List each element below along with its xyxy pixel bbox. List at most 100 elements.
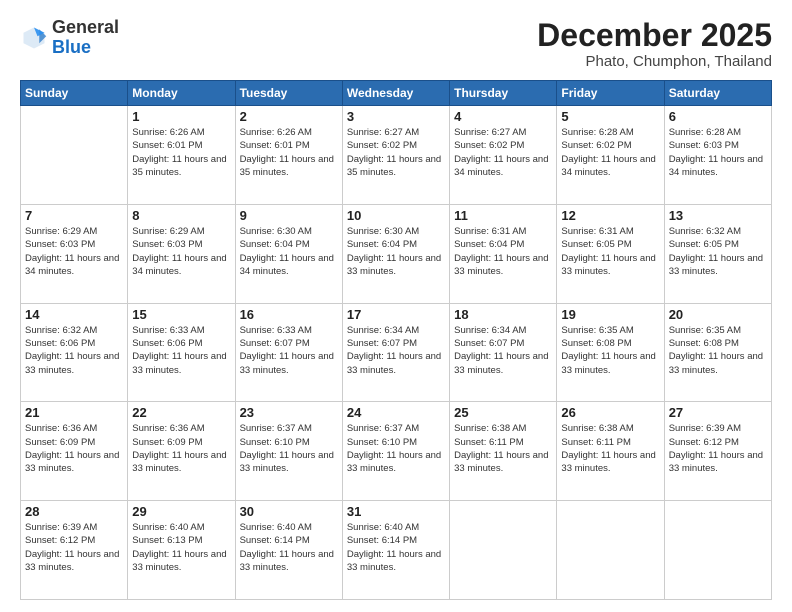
day-number: 2 bbox=[240, 109, 338, 124]
day-info: Sunrise: 6:30 AMSunset: 6:04 PMDaylight:… bbox=[347, 225, 445, 278]
day-number: 6 bbox=[669, 109, 767, 124]
day-info: Sunrise: 6:27 AMSunset: 6:02 PMDaylight:… bbox=[347, 126, 445, 179]
calendar-cell bbox=[557, 501, 664, 600]
day-info: Sunrise: 6:29 AMSunset: 6:03 PMDaylight:… bbox=[25, 225, 123, 278]
day-number: 23 bbox=[240, 405, 338, 420]
logo: General Blue bbox=[20, 18, 119, 58]
day-info: Sunrise: 6:40 AMSunset: 6:14 PMDaylight:… bbox=[240, 521, 338, 574]
calendar-page: General Blue December 2025 Phato, Chumph… bbox=[0, 0, 792, 612]
day-number: 12 bbox=[561, 208, 659, 223]
day-info: Sunrise: 6:26 AMSunset: 6:01 PMDaylight:… bbox=[132, 126, 230, 179]
day-number: 24 bbox=[347, 405, 445, 420]
day-number: 8 bbox=[132, 208, 230, 223]
day-info: Sunrise: 6:40 AMSunset: 6:13 PMDaylight:… bbox=[132, 521, 230, 574]
calendar-header-monday: Monday bbox=[128, 81, 235, 106]
calendar-cell: 14 Sunrise: 6:32 AMSunset: 6:06 PMDayligh… bbox=[21, 303, 128, 402]
calendar-cell: 8 Sunrise: 6:29 AMSunset: 6:03 PMDaylight… bbox=[128, 204, 235, 303]
day-number: 17 bbox=[347, 307, 445, 322]
calendar-cell: 22 Sunrise: 6:36 AMSunset: 6:09 PMDayligh… bbox=[128, 402, 235, 501]
day-number: 21 bbox=[25, 405, 123, 420]
calendar-cell: 5 Sunrise: 6:28 AMSunset: 6:02 PMDaylight… bbox=[557, 106, 664, 205]
day-info: Sunrise: 6:38 AMSunset: 6:11 PMDaylight:… bbox=[454, 422, 552, 475]
calendar-cell: 10 Sunrise: 6:30 AMSunset: 6:04 PMDayligh… bbox=[342, 204, 449, 303]
calendar-cell: 18 Sunrise: 6:34 AMSunset: 6:07 PMDayligh… bbox=[450, 303, 557, 402]
day-number: 22 bbox=[132, 405, 230, 420]
calendar-body: 1 Sunrise: 6:26 AMSunset: 6:01 PMDaylight… bbox=[21, 106, 772, 600]
calendar-header-sunday: Sunday bbox=[21, 81, 128, 106]
month-title: December 2025 bbox=[537, 18, 772, 53]
location: Phato, Chumphon, Thailand bbox=[537, 53, 772, 70]
day-number: 3 bbox=[347, 109, 445, 124]
day-info: Sunrise: 6:26 AMSunset: 6:01 PMDaylight:… bbox=[240, 126, 338, 179]
calendar-cell: 3 Sunrise: 6:27 AMSunset: 6:02 PMDaylight… bbox=[342, 106, 449, 205]
day-info: Sunrise: 6:36 AMSunset: 6:09 PMDaylight:… bbox=[25, 422, 123, 475]
day-info: Sunrise: 6:29 AMSunset: 6:03 PMDaylight:… bbox=[132, 225, 230, 278]
day-info: Sunrise: 6:39 AMSunset: 6:12 PMDaylight:… bbox=[25, 521, 123, 574]
day-info: Sunrise: 6:28 AMSunset: 6:03 PMDaylight:… bbox=[669, 126, 767, 179]
calendar-cell: 12 Sunrise: 6:31 AMSunset: 6:05 PMDayligh… bbox=[557, 204, 664, 303]
calendar-cell: 20 Sunrise: 6:35 AMSunset: 6:08 PMDayligh… bbox=[664, 303, 771, 402]
day-number: 1 bbox=[132, 109, 230, 124]
calendar-cell: 15 Sunrise: 6:33 AMSunset: 6:06 PMDayligh… bbox=[128, 303, 235, 402]
day-info: Sunrise: 6:27 AMSunset: 6:02 PMDaylight:… bbox=[454, 126, 552, 179]
calendar-week-row: 21 Sunrise: 6:36 AMSunset: 6:09 PMDayligh… bbox=[21, 402, 772, 501]
day-number: 19 bbox=[561, 307, 659, 322]
day-info: Sunrise: 6:32 AMSunset: 6:05 PMDaylight:… bbox=[669, 225, 767, 278]
logo-icon bbox=[20, 24, 48, 52]
calendar-cell: 9Sunrise: 6:30 AMSunset: 6:04 PMDaylight… bbox=[235, 204, 342, 303]
day-number: 25 bbox=[454, 405, 552, 420]
day-info: Sunrise: 6:36 AMSunset: 6:09 PMDaylight:… bbox=[132, 422, 230, 475]
logo-blue-text: Blue bbox=[52, 37, 91, 57]
day-number: 14 bbox=[25, 307, 123, 322]
calendar-header-thursday: Thursday bbox=[450, 81, 557, 106]
header: General Blue December 2025 Phato, Chumph… bbox=[20, 18, 772, 70]
calendar-table: SundayMondayTuesdayWednesdayThursdayFrid… bbox=[20, 80, 772, 600]
day-info: Sunrise: 6:35 AMSunset: 6:08 PMDaylight:… bbox=[669, 324, 767, 377]
day-info: Sunrise: 6:37 AMSunset: 6:10 PMDaylight:… bbox=[347, 422, 445, 475]
day-number: 18 bbox=[454, 307, 552, 322]
day-info: Sunrise: 6:31 AMSunset: 6:05 PMDaylight:… bbox=[561, 225, 659, 278]
title-block: December 2025 Phato, Chumphon, Thailand bbox=[537, 18, 772, 70]
calendar-cell: 11Sunrise: 6:31 AMSunset: 6:04 PMDayligh… bbox=[450, 204, 557, 303]
calendar-header-friday: Friday bbox=[557, 81, 664, 106]
calendar-cell: 31Sunrise: 6:40 AMSunset: 6:14 PMDayligh… bbox=[342, 501, 449, 600]
calendar-cell: 28 Sunrise: 6:39 AMSunset: 6:12 PMDayligh… bbox=[21, 501, 128, 600]
calendar-cell: 26Sunrise: 6:38 AMSunset: 6:11 PMDayligh… bbox=[557, 402, 664, 501]
day-number: 31 bbox=[347, 504, 445, 519]
day-info: Sunrise: 6:39 AMSunset: 6:12 PMDaylight:… bbox=[669, 422, 767, 475]
logo-general-text: General bbox=[52, 17, 119, 37]
calendar-cell: 19Sunrise: 6:35 AMSunset: 6:08 PMDayligh… bbox=[557, 303, 664, 402]
calendar-cell: 21 Sunrise: 6:36 AMSunset: 6:09 PMDayligh… bbox=[21, 402, 128, 501]
calendar-week-row: 28 Sunrise: 6:39 AMSunset: 6:12 PMDayligh… bbox=[21, 501, 772, 600]
day-number: 5 bbox=[561, 109, 659, 124]
day-info: Sunrise: 6:28 AMSunset: 6:02 PMDaylight:… bbox=[561, 126, 659, 179]
day-number: 20 bbox=[669, 307, 767, 322]
day-number: 4 bbox=[454, 109, 552, 124]
calendar-week-row: 7 Sunrise: 6:29 AMSunset: 6:03 PMDaylight… bbox=[21, 204, 772, 303]
day-info: Sunrise: 6:37 AMSunset: 6:10 PMDaylight:… bbox=[240, 422, 338, 475]
day-info: Sunrise: 6:31 AMSunset: 6:04 PMDaylight:… bbox=[454, 225, 552, 278]
calendar-cell bbox=[450, 501, 557, 600]
day-number: 9 bbox=[240, 208, 338, 223]
calendar-cell: 6 Sunrise: 6:28 AMSunset: 6:03 PMDaylight… bbox=[664, 106, 771, 205]
day-number: 26 bbox=[561, 405, 659, 420]
calendar-week-row: 1 Sunrise: 6:26 AMSunset: 6:01 PMDaylight… bbox=[21, 106, 772, 205]
calendar-cell: 23 Sunrise: 6:37 AMSunset: 6:10 PMDayligh… bbox=[235, 402, 342, 501]
day-info: Sunrise: 6:33 AMSunset: 6:07 PMDaylight:… bbox=[240, 324, 338, 377]
calendar-cell: 4 Sunrise: 6:27 AMSunset: 6:02 PMDaylight… bbox=[450, 106, 557, 205]
day-number: 13 bbox=[669, 208, 767, 223]
day-info: Sunrise: 6:33 AMSunset: 6:06 PMDaylight:… bbox=[132, 324, 230, 377]
day-number: 15 bbox=[132, 307, 230, 322]
day-number: 16 bbox=[240, 307, 338, 322]
day-number: 10 bbox=[347, 208, 445, 223]
day-info: Sunrise: 6:32 AMSunset: 6:06 PMDaylight:… bbox=[25, 324, 123, 377]
calendar-header-wednesday: Wednesday bbox=[342, 81, 449, 106]
day-info: Sunrise: 6:34 AMSunset: 6:07 PMDaylight:… bbox=[347, 324, 445, 377]
calendar-cell: 7 Sunrise: 6:29 AMSunset: 6:03 PMDaylight… bbox=[21, 204, 128, 303]
day-number: 7 bbox=[25, 208, 123, 223]
day-number: 28 bbox=[25, 504, 123, 519]
calendar-cell: 16 Sunrise: 6:33 AMSunset: 6:07 PMDayligh… bbox=[235, 303, 342, 402]
day-info: Sunrise: 6:34 AMSunset: 6:07 PMDaylight:… bbox=[454, 324, 552, 377]
calendar-cell: 24 Sunrise: 6:37 AMSunset: 6:10 PMDayligh… bbox=[342, 402, 449, 501]
calendar-cell: 2 Sunrise: 6:26 AMSunset: 6:01 PMDaylight… bbox=[235, 106, 342, 205]
